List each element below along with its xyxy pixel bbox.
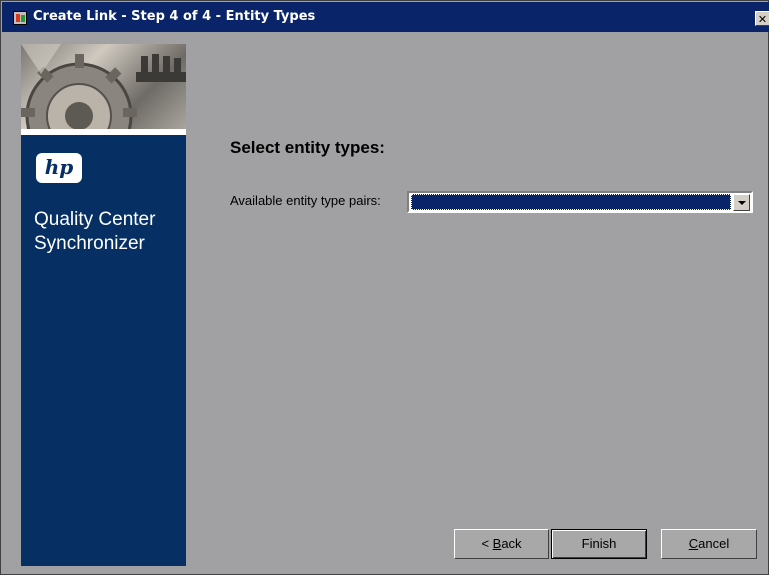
wizard-sidebar: hp Quality Center Synchronizer [21, 44, 186, 566]
sync-app-icon[interactable] [13, 11, 27, 25]
back-button-rest: ack [501, 536, 522, 551]
entity-type-pairs-label: Available entity type pairs: [230, 193, 381, 208]
finish-button-label: Finish [581, 536, 617, 551]
close-icon[interactable]: ✕ [755, 11, 769, 26]
product-name-line1: Quality Center [34, 209, 156, 230]
create-link-wizard-window: Create Link - Step 4 of 4 - Entity Types… [0, 0, 769, 575]
cancel-button[interactable]: Cancel [661, 529, 757, 559]
dropdown-arrow-icon[interactable] [733, 194, 750, 211]
entity-type-pairs-dropdown[interactable] [407, 191, 753, 213]
hp-logo: hp [36, 153, 82, 183]
entity-type-pairs-selected-value[interactable] [411, 194, 731, 210]
cancel-button-rest: ancel [698, 536, 730, 551]
finish-button[interactable]: Finish [551, 529, 647, 559]
product-brand-panel: hp Quality Center Synchronizer [21, 135, 186, 566]
hp-logo-text: hp [44, 155, 74, 179]
window-title: Create Link - Step 4 of 4 - Entity Types [33, 9, 316, 24]
product-name-line2: Synchronizer [34, 233, 145, 254]
title-bar[interactable]: Create Link - Step 4 of 4 - Entity Types… [2, 2, 769, 32]
back-button[interactable]: < Back [454, 529, 549, 559]
cancel-button-mnemonic: C [688, 536, 699, 551]
back-button-prefix: < [481, 536, 493, 551]
page-heading: Select entity types: [230, 138, 385, 157]
gear-banner-image [21, 44, 186, 129]
